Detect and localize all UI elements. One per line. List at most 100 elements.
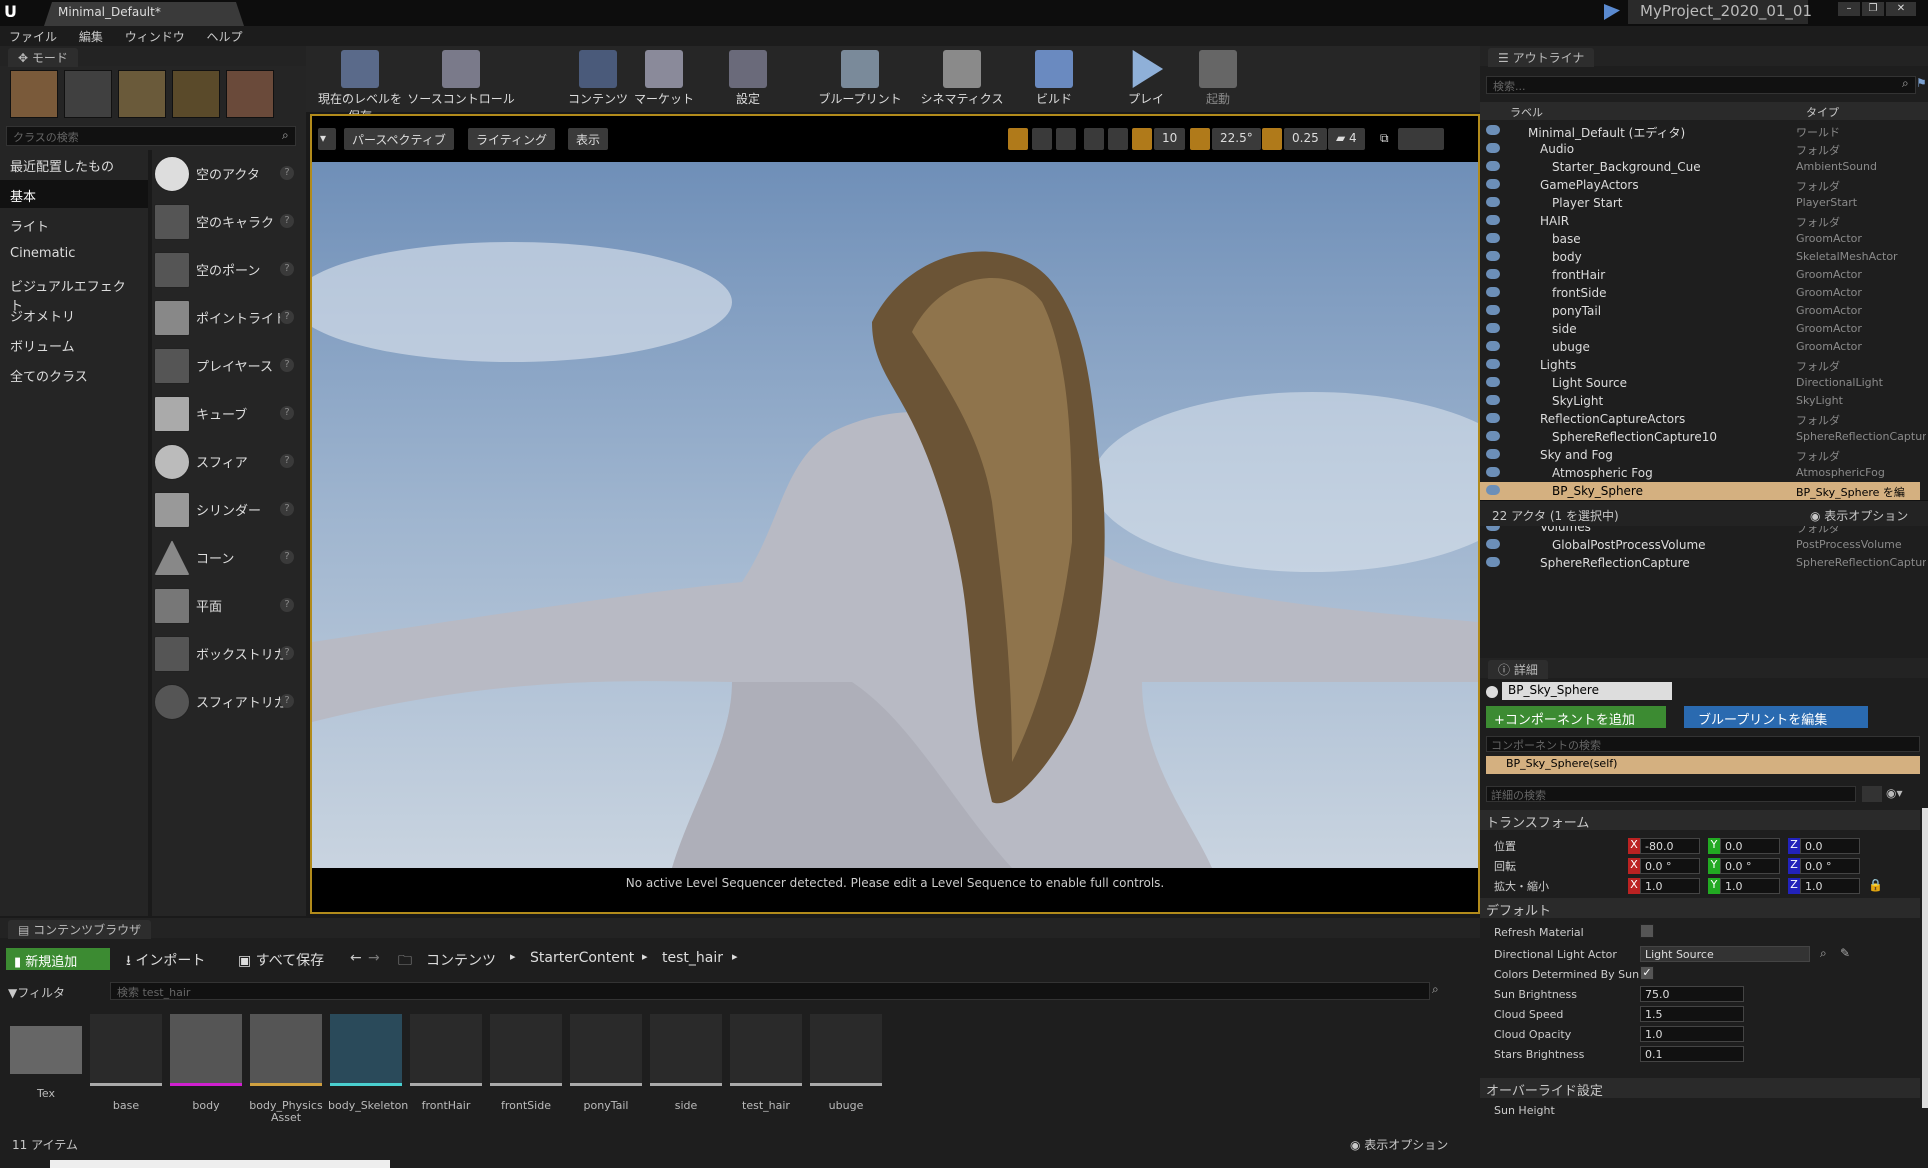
rotation-z-field[interactable]: 0.0 ° bbox=[1800, 858, 1860, 874]
pin-icon[interactable]: ⚑ bbox=[1916, 76, 1927, 92]
lighting-button[interactable]: ライティング bbox=[468, 128, 556, 150]
help-icon[interactable]: ? bbox=[280, 646, 294, 660]
help-icon[interactable]: ? bbox=[280, 358, 294, 372]
category-recent[interactable]: 最近配置したもの bbox=[0, 150, 148, 178]
column-label[interactable]: ラベル bbox=[1510, 104, 1543, 120]
content-scrollbar[interactable] bbox=[50, 1160, 390, 1168]
details-tab[interactable]: ⓘ 詳細 bbox=[1488, 660, 1548, 679]
eye-icon[interactable]: ◉▾ bbox=[1886, 786, 1914, 802]
lock-icon[interactable]: 🔒 bbox=[1868, 878, 1883, 892]
asset-tile[interactable]: Tex bbox=[8, 1014, 84, 1100]
content-tab[interactable]: ▤ コンテンツブラウザ bbox=[8, 920, 152, 939]
geometry-mode-icon[interactable] bbox=[226, 70, 274, 118]
content-view-options[interactable]: ◉ 表示オプション bbox=[1350, 1136, 1448, 1153]
asset-tile[interactable]: test_hair bbox=[728, 1014, 804, 1112]
outliner-row[interactable]: Minimal_Default (エディタ) ワールド bbox=[1480, 122, 1920, 140]
cloud-speed-field[interactable]: 1.5 bbox=[1640, 1006, 1744, 1022]
outliner-row[interactable]: SphereReflectionCapture SphereReflectionC… bbox=[1480, 554, 1926, 572]
override-section-header[interactable]: オーバーライド設定 bbox=[1480, 1078, 1920, 1099]
breadcrumb-starter-content[interactable]: StarterContent bbox=[530, 950, 634, 966]
picker-icon[interactable]: ✎ bbox=[1840, 946, 1850, 960]
rotation-x-field[interactable]: 0.0 ° bbox=[1640, 858, 1700, 874]
sun-brightness-field[interactable]: 75.0 bbox=[1640, 986, 1744, 1002]
build-button[interactable]: ビルド bbox=[1022, 50, 1086, 107]
location-label[interactable]: 位置 bbox=[1494, 838, 1516, 854]
maximize-viewport-icon[interactable]: ⧉ bbox=[1372, 128, 1397, 150]
visibility-eye-icon[interactable] bbox=[1486, 413, 1500, 423]
visibility-eye-icon[interactable] bbox=[1486, 161, 1500, 171]
help-icon[interactable]: ? bbox=[280, 550, 294, 564]
cloud-opacity-field[interactable]: 1.0 bbox=[1640, 1026, 1744, 1042]
place-item[interactable]: 空のポーン? bbox=[152, 248, 302, 292]
help-icon[interactable]: ? bbox=[280, 214, 294, 228]
place-mode-icon[interactable] bbox=[10, 70, 58, 118]
add-component-button[interactable]: +コンポーネントを追加 bbox=[1486, 706, 1666, 728]
asset-tile[interactable]: frontHair bbox=[408, 1014, 484, 1112]
rotation-y-field[interactable]: 0.0 ° bbox=[1720, 858, 1780, 874]
content-search-input[interactable]: 検索 test_hair bbox=[110, 982, 1430, 1000]
add-new-button[interactable]: ▮ 新規追加 bbox=[6, 948, 110, 970]
play-button[interactable]: プレイ bbox=[1114, 50, 1178, 107]
help-icon[interactable]: ? bbox=[280, 502, 294, 516]
grid-view-icon[interactable] bbox=[1862, 786, 1882, 802]
help-icon[interactable]: ? bbox=[280, 166, 294, 180]
outliner-row[interactable]: GamePlayActors フォルダ bbox=[1480, 176, 1920, 194]
breadcrumb-chevron-icon[interactable]: ▸ bbox=[642, 950, 648, 963]
outliner-row[interactable]: SphereReflectionCapture10 SphereReflectio… bbox=[1480, 428, 1926, 446]
outliner-row[interactable]: frontHair GroomActor bbox=[1480, 266, 1920, 284]
maximize-icon[interactable]: ❐ bbox=[1862, 2, 1884, 16]
menu-edit[interactable]: 編集 bbox=[70, 26, 112, 47]
place-item[interactable]: プレイヤース? bbox=[152, 344, 302, 388]
find-icon[interactable]: ⌕ bbox=[1820, 946, 1827, 961]
help-icon[interactable]: ? bbox=[280, 262, 294, 276]
camera-speed-button[interactable]: ▰ 4 bbox=[1328, 128, 1365, 150]
place-item[interactable]: スフィア? bbox=[152, 440, 302, 484]
outliner-row[interactable]: side GroomActor bbox=[1480, 320, 1920, 338]
paint-mode-icon[interactable] bbox=[64, 70, 112, 118]
outliner-row[interactable]: GlobalPostProcessVolume PostProcessVolume bbox=[1480, 536, 1920, 554]
rotation-snap-icon[interactable] bbox=[1190, 128, 1210, 150]
asset-tile[interactable]: base bbox=[88, 1014, 164, 1112]
location-z-field[interactable]: 0.0 bbox=[1800, 838, 1860, 854]
visibility-eye-icon[interactable] bbox=[1486, 323, 1500, 333]
visibility-eye-icon[interactable] bbox=[1486, 431, 1500, 441]
scale-icon[interactable] bbox=[1056, 128, 1076, 150]
self-component[interactable]: BP_Sky_Sphere(self) bbox=[1486, 756, 1920, 774]
visibility-eye-icon[interactable] bbox=[1486, 557, 1500, 567]
details-scrollbar[interactable] bbox=[1922, 808, 1928, 1108]
visibility-eye-icon[interactable] bbox=[1486, 125, 1500, 135]
location-y-field[interactable]: 0.0 bbox=[1720, 838, 1780, 854]
show-button[interactable]: 表示 bbox=[568, 128, 609, 150]
outliner-row[interactable]: Atmospheric Fog AtmosphericFog bbox=[1480, 464, 1920, 482]
visibility-eye-icon[interactable] bbox=[1486, 377, 1500, 387]
visibility-eye-icon[interactable] bbox=[1486, 143, 1500, 153]
column-type[interactable]: タイプ bbox=[1806, 104, 1839, 120]
outliner-view-options[interactable]: ◉ 表示オプション bbox=[1810, 507, 1908, 524]
flag-icon[interactable] bbox=[1604, 4, 1620, 20]
place-item[interactable]: 空のアクタ? bbox=[152, 152, 302, 196]
rotate-icon[interactable] bbox=[1032, 128, 1052, 150]
help-icon[interactable]: ? bbox=[280, 598, 294, 612]
layout-icon[interactable] bbox=[1398, 128, 1444, 150]
scale-label[interactable]: 拡大・縮小 bbox=[1494, 878, 1549, 894]
asset-tile[interactable]: body bbox=[168, 1014, 244, 1112]
asset-tile[interactable]: ponyTail bbox=[568, 1014, 644, 1112]
asset-tile[interactable]: body_Skeleton bbox=[328, 1014, 408, 1112]
outliner-row[interactable]: body SkeletalMeshActor bbox=[1480, 248, 1920, 266]
foliage-mode-icon[interactable] bbox=[172, 70, 220, 118]
component-search-input[interactable]: コンポーネントの検索 bbox=[1486, 736, 1920, 752]
visibility-eye-icon[interactable] bbox=[1486, 197, 1500, 207]
outliner-search-input[interactable]: 検索... bbox=[1486, 76, 1916, 94]
actor-name-field[interactable]: BP_Sky_Sphere bbox=[1502, 682, 1672, 700]
minimize-icon[interactable]: – bbox=[1838, 2, 1860, 16]
breadcrumb-chevron-icon[interactable]: ▸ bbox=[732, 950, 738, 963]
outliner-row[interactable]: Starter_Background_Cue AmbientSound bbox=[1480, 158, 1920, 176]
class-search-input[interactable]: クラスの検索 bbox=[6, 126, 296, 146]
breadcrumb-chevron-icon[interactable]: ▸ bbox=[510, 950, 516, 963]
blueprint-button[interactable]: ブループリント bbox=[810, 50, 910, 107]
outliner-row[interactable]: frontSide GroomActor bbox=[1480, 284, 1920, 302]
help-icon[interactable]: ? bbox=[280, 310, 294, 324]
visibility-eye-icon[interactable] bbox=[1486, 539, 1500, 549]
back-icon[interactable]: ← bbox=[350, 950, 362, 966]
visibility-eye-icon[interactable] bbox=[1486, 395, 1500, 405]
